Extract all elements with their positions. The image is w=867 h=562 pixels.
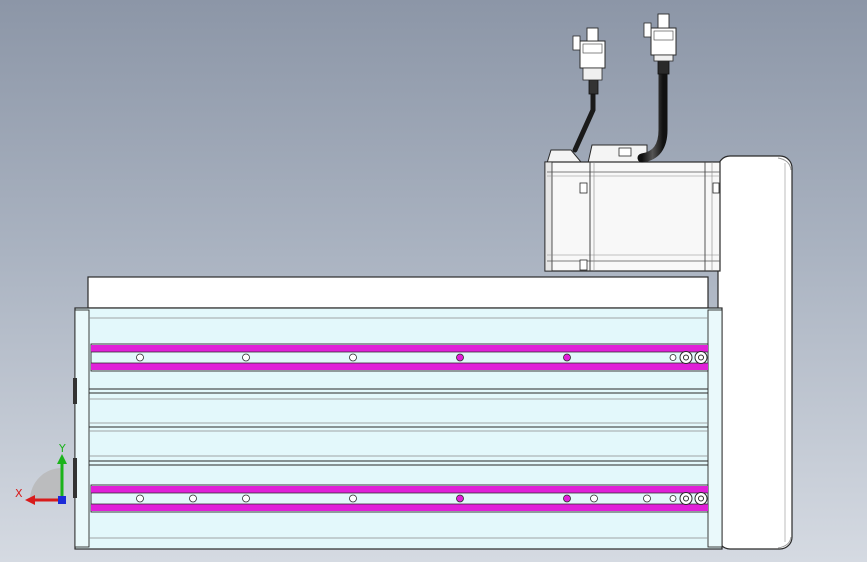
y-axis-label: Y — [58, 442, 66, 455]
carriage-plate[interactable] — [87, 276, 709, 309]
slot-rail-lower — [90, 484, 709, 513]
slot-rail-upper — [90, 343, 709, 372]
cable-connector-left[interactable] — [572, 27, 606, 81]
model-drawing: Y X — [15, 13, 793, 550]
z-axis-origin — [58, 496, 66, 504]
motor-cover[interactable] — [717, 155, 793, 550]
cable-connector-right[interactable] — [643, 13, 677, 62]
x-axis-label: X — [15, 487, 23, 500]
servo-motor[interactable] — [544, 144, 721, 272]
cad-viewport[interactable]: Y X — [0, 0, 867, 562]
coordinate-triad: Y X — [15, 442, 67, 505]
